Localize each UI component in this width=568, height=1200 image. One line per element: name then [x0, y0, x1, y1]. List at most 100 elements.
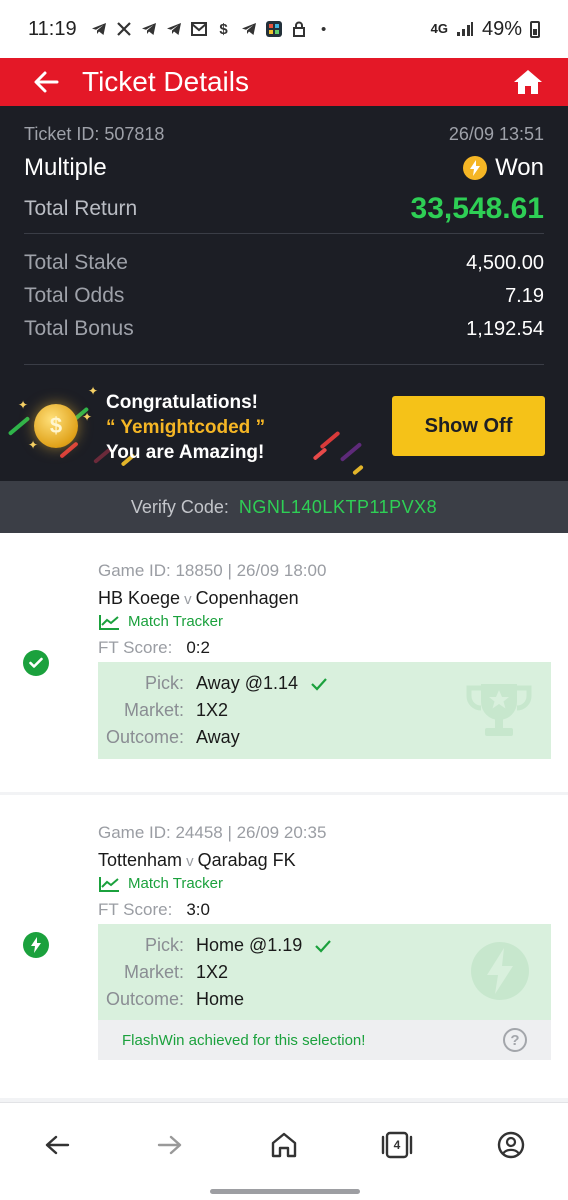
match-tracker-link[interactable]: Match Tracker: [98, 613, 223, 630]
match-teams: Tottenham v Qarabag FK: [98, 850, 296, 871]
app-header: Ticket Details: [0, 58, 568, 106]
tabs-icon[interactable]: 4: [377, 1125, 417, 1165]
battery-icon: [530, 20, 540, 38]
telegram-icon: [90, 20, 108, 38]
sparkle-icon: ✦: [82, 410, 93, 424]
dollar-icon: $: [219, 20, 228, 38]
divider: [24, 233, 544, 234]
home-team: Tottenham: [98, 850, 183, 870]
confetti: [319, 430, 341, 450]
network-type: 4G: [430, 21, 448, 36]
market-value: 1X2: [196, 700, 229, 720]
status-label: Won: [495, 154, 544, 181]
pick-details: Pick: Home @1.19 Market: 1X2 Outcome: Ho…: [98, 924, 551, 1020]
sparkle-icon: ✦: [18, 398, 29, 412]
signal-icon: [456, 20, 474, 38]
forward-icon[interactable]: [150, 1125, 190, 1165]
ft-score-value: 0:2: [186, 638, 210, 657]
confetti: [7, 416, 31, 436]
odds-label: Total Odds: [24, 284, 125, 307]
tabs-count: 4: [393, 1138, 401, 1152]
ticket-summary: Ticket ID: 507818 26/09 13:51 Multiple W…: [0, 106, 568, 481]
home-team: HB Koege: [98, 588, 181, 608]
flashwin-note: FlashWin achieved for this selection! ?: [98, 1020, 551, 1060]
show-off-button[interactable]: Show Off: [392, 396, 545, 456]
chart-line-icon: [99, 614, 119, 630]
match-tracker-label: Match Tracker: [128, 613, 224, 630]
outcome-value: Home: [196, 989, 245, 1009]
market-label: Market:: [123, 700, 184, 720]
odds-value: 7.19: [505, 284, 544, 307]
ticket-status: Won: [463, 154, 544, 182]
account-icon[interactable]: [491, 1125, 531, 1165]
bonus-label: Total Bonus: [24, 317, 134, 340]
sparkle-icon: ✦: [28, 438, 39, 452]
game-id: Game ID: 18850 | 26/09 18:00: [98, 561, 327, 580]
ticket-id: Ticket ID: 507818: [24, 124, 165, 144]
pick-label: Pick:: [144, 673, 184, 693]
telegram-icon: [140, 20, 158, 38]
back-icon[interactable]: [37, 1125, 77, 1165]
telegram-icon: [165, 20, 183, 38]
pick-value: Away @1.14: [196, 673, 298, 693]
home-icon[interactable]: [510, 64, 546, 100]
game-id: Game ID: 24458 | 26/09 20:35: [98, 823, 327, 842]
congrats-line: You are Amazing!: [106, 442, 265, 463]
divider: [24, 364, 544, 365]
selection-card: Game ID: 18850 | 26/09 18:00 HB Koege v Co…: [0, 533, 568, 792]
check-icon: [315, 939, 332, 953]
congrats-banner: ✦ ✦ ✦ ✦ $ Congratulations! “ Yemightcode…: [0, 372, 568, 481]
bonus-value: 1,192.54: [466, 317, 544, 340]
flash-icon: [471, 942, 529, 1000]
outcome-value: Away: [196, 727, 240, 747]
away-team: Qarabag FK: [197, 850, 296, 870]
verify-label: Verify Code:: [130, 496, 229, 517]
flashwin-text: FlashWin achieved for this selection!: [122, 1031, 366, 1049]
total-return-label: Total Return: [24, 197, 138, 220]
pick-label: Pick:: [144, 935, 184, 955]
coin-icon: $: [34, 404, 78, 448]
selection-card: Game ID: 24458 | 26/09 20:35 Tottenham v Q…: [0, 795, 568, 1098]
flash-circle-icon: [23, 932, 49, 958]
ticket-date: 26/09 13:51: [448, 124, 544, 144]
gmail-icon: [190, 20, 208, 38]
confetti: [339, 442, 363, 462]
status-bar: 11:19 $ • 4G 49%: [0, 0, 568, 58]
trophy-icon: [466, 684, 532, 736]
bet-type: Multiple: [24, 154, 107, 181]
ft-score-label: FT Score:: [98, 638, 173, 657]
lock-icon: [290, 20, 308, 38]
match-teams: HB Koege v Copenhagen: [98, 588, 299, 609]
away-team: Copenhagen: [195, 588, 299, 608]
ft-score: FT Score: 3:0: [98, 900, 210, 920]
battery-percent: 49%: [481, 17, 522, 40]
app-icon: [265, 20, 283, 38]
outcome-label: Outcome:: [105, 989, 184, 1009]
match-tracker-link[interactable]: Match Tracker: [98, 875, 223, 892]
confetti: [312, 447, 328, 461]
ft-score: FT Score: 0:2: [98, 638, 210, 658]
ft-score-label: FT Score:: [98, 900, 173, 919]
home-icon[interactable]: [264, 1125, 304, 1165]
outcome-label: Outcome:: [105, 727, 184, 747]
page-title: Ticket Details: [82, 66, 250, 97]
x-icon: [115, 20, 133, 38]
stake-value: 4,500.00: [466, 251, 544, 274]
arrow-left-icon[interactable]: [24, 60, 68, 104]
verify-code-bar: Verify Code: NGNL140LKTP11PVX8: [0, 481, 568, 533]
match-tracker-label: Match Tracker: [128, 875, 224, 892]
verify-code[interactable]: NGNL140LKTP11PVX8: [239, 497, 437, 518]
vs-label: v: [186, 853, 194, 870]
market-label: Market:: [123, 962, 184, 982]
status-time: 11:19: [28, 17, 77, 40]
gesture-bar[interactable]: [210, 1189, 360, 1194]
vs-label: v: [184, 591, 192, 608]
pick-details: Pick: Away @1.14 Market: 1X2 Outcome: Aw…: [98, 662, 551, 759]
congrats-line: Congratulations!: [106, 392, 258, 413]
pick-value: Home @1.19: [196, 935, 303, 955]
flash-icon: [463, 156, 488, 180]
help-icon[interactable]: ?: [503, 1028, 527, 1052]
telegram-icon: [240, 20, 258, 38]
ft-score-value: 3:0: [186, 900, 210, 919]
congrats-username: “ Yemightcoded ”: [106, 417, 266, 438]
